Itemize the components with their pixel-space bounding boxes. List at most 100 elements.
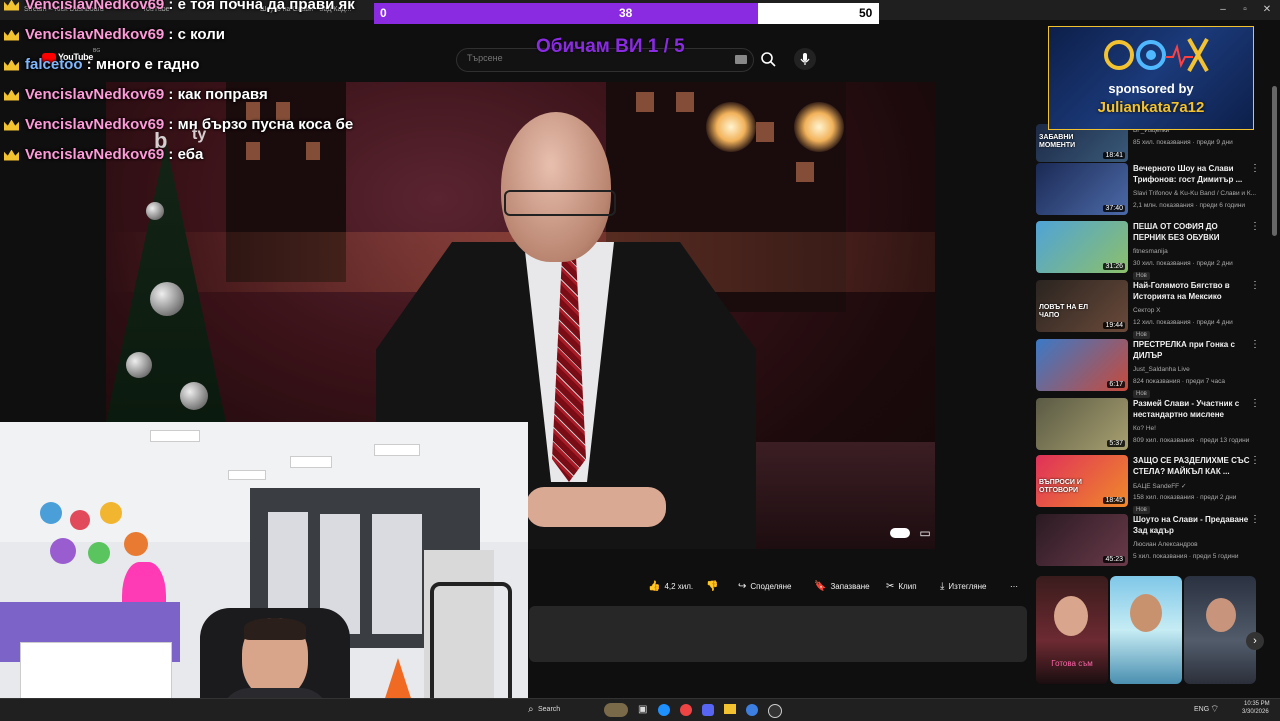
- edge-browser-icon[interactable]: [658, 704, 670, 716]
- vote-bar-fill: [374, 3, 758, 24]
- chat-text: мн бързо пусна коса бе: [177, 116, 354, 133]
- chrome-icon[interactable]: [680, 704, 692, 716]
- ornament: [146, 202, 164, 220]
- recommendation-thumbnail[interactable]: 5:37: [1036, 398, 1128, 450]
- app-icon[interactable]: [746, 704, 758, 716]
- voice-search-button[interactable]: [794, 48, 816, 70]
- recommendation-thumbnail[interactable]: 45:23: [1036, 514, 1128, 566]
- autoplay-toggle[interactable]: [890, 528, 910, 538]
- discord-icon[interactable]: [702, 704, 714, 716]
- search-icon: [761, 52, 776, 67]
- shorts-next-button[interactable]: ›: [1246, 632, 1264, 650]
- recommendation-channel[interactable]: Сектор X: [1133, 307, 1161, 314]
- recommendation-thumbnail[interactable]: 31:26: [1036, 221, 1128, 273]
- task-view-icon[interactable]: ▣: [638, 703, 647, 717]
- recommendation-title[interactable]: ПЕША ОТ СОФИЯ ДО ПЕРНИК БЕЗ ОБУВКИ: [1133, 221, 1251, 243]
- more-vert-icon[interactable]: ⋮: [1250, 514, 1260, 525]
- page-scrollbar[interactable]: [1272, 86, 1277, 236]
- short-face: [1054, 596, 1088, 636]
- recommendation-title[interactable]: Вечерното Шоу на Слави Трифонов: гост Ди…: [1133, 163, 1251, 185]
- recommendation-channel[interactable]: Люсиан Александров: [1133, 541, 1198, 548]
- maximize-button[interactable]: ▫: [1234, 0, 1256, 20]
- recommendation-thumbnail[interactable]: 37:40: [1036, 163, 1128, 215]
- ornament: [126, 352, 152, 378]
- more-vert-icon[interactable]: ⋮: [1250, 455, 1260, 466]
- more-vert-icon[interactable]: ⋮: [1250, 221, 1260, 232]
- more-actions-button[interactable]: ⋯: [1010, 578, 1018, 596]
- recommendation-thumbnail[interactable]: ЛОВЪТ НА ЕЛ ЧАПО 19:44: [1036, 280, 1128, 332]
- recommendation-title[interactable]: Шоуто на Слави - Предаване Зад кадър: [1133, 514, 1251, 536]
- recommendation-thumbnail[interactable]: 6:17: [1036, 339, 1128, 391]
- search-button[interactable]: [756, 48, 780, 70]
- recommendation-thumbnail[interactable]: ВЪПРОСИ И ОТГОВОРИ 18:45: [1036, 455, 1128, 507]
- more-vert-icon[interactable]: ⋮: [1250, 163, 1260, 174]
- chat-username[interactable]: VencislavNedkov69: [25, 26, 164, 43]
- ornament: [150, 282, 184, 316]
- sponsor-banner: sponsored by Juliankata7a12: [1048, 26, 1254, 130]
- subtitles-icon[interactable]: ▭: [916, 525, 934, 541]
- chat-username[interactable]: VencislavNedkov69: [25, 146, 164, 163]
- video-duration: 45:23: [1103, 556, 1125, 563]
- recommendation-item[interactable]: 37:40 Вечерното Шоу на Слави Трифонов: го…: [1036, 163, 1264, 219]
- recommendation-item[interactable]: ЛОВЪТ НА ЕЛ ЧАПО 19:44 Най-Голямото Бягств…: [1036, 280, 1264, 339]
- widgets-icon[interactable]: [604, 703, 628, 717]
- recommendation-title[interactable]: Размей Слави - Участник с нестандартно м…: [1133, 398, 1251, 420]
- chat-text: много е гадно: [95, 56, 200, 73]
- chat-username[interactable]: VencislavNedkov69: [25, 86, 164, 103]
- thumbs-down-icon: 👎: [706, 581, 719, 592]
- thumbs-up-icon: 👍: [648, 581, 661, 592]
- short-face: [1130, 594, 1162, 632]
- recommendation-channel[interactable]: fitnesmanija: [1133, 248, 1168, 255]
- wifi-icon[interactable]: ⌔: [1210, 703, 1219, 717]
- thumbnail-text: ВЪПРОСИ И ОТГОВОРИ: [1039, 479, 1082, 494]
- taskbar-search[interactable]: Search: [538, 703, 560, 717]
- obs-icon[interactable]: [768, 704, 782, 718]
- short-thumbnail[interactable]: [1110, 576, 1182, 684]
- chat-message: VencislavNedkov69 : с коли: [4, 24, 225, 46]
- clip-button[interactable]: ✂ Клип: [886, 578, 917, 596]
- chat-username[interactable]: falcetoo: [25, 56, 83, 73]
- close-window-button[interactable]: ✕: [1256, 0, 1278, 20]
- street-lamp: [706, 102, 756, 152]
- recommendation-channel[interactable]: Ко? Не!: [1133, 425, 1156, 432]
- recommendation-item[interactable]: ВЪПРОСИ И ОТГОВОРИ 18:45 ЗАЩО СЕ РАЗДЕЛИХМ…: [1036, 455, 1264, 514]
- recommendation-stats: 12 хил. показвания · преди 4 дни: [1133, 319, 1233, 326]
- video-duration: 18:41: [1103, 152, 1125, 159]
- share-button[interactable]: ↪ Споделяне: [738, 578, 792, 596]
- short-thumbnail[interactable]: Готова съм: [1036, 576, 1108, 684]
- like-button[interactable]: 👍 4,2 хил.: [648, 578, 693, 596]
- recommendation-stats: 809 хил. показвания · преди 13 години: [1133, 437, 1250, 444]
- description-box[interactable]: [529, 606, 1027, 662]
- save-button[interactable]: 🔖 Запазване: [814, 578, 870, 596]
- short-thumbnail[interactable]: [1184, 576, 1256, 684]
- recommendation-channel[interactable]: Just_Saldanha Live: [1133, 366, 1190, 373]
- recommendation-item[interactable]: 31:26 ПЕША ОТ СОФИЯ ДО ПЕРНИК БЕЗ ОБУВКИ f…: [1036, 221, 1264, 280]
- recommendation-item[interactable]: 45:23 Шоуто на Слави - Предаване Зад кадъ…: [1036, 514, 1264, 570]
- recommendation-channel[interactable]: Slavi Trifonov & Ku-Ku Band / Слави и К.…: [1133, 190, 1256, 197]
- clock-date[interactable]: 3/30/2026: [1242, 709, 1269, 715]
- chat-username[interactable]: VencislavNedkov69: [25, 116, 164, 133]
- recommendation-channel[interactable]: БАЦЕ SandeFF ✓: [1133, 482, 1186, 490]
- chat-username[interactable]: VencislavNedkov69: [25, 0, 164, 13]
- recommendation-item[interactable]: 6:17 ПРЕСТРЕЛКА при Гонка с ДИЛЪР Just_Sal…: [1036, 339, 1264, 398]
- more-vert-icon[interactable]: ⋮: [1250, 339, 1260, 350]
- keyboard-icon[interactable]: [735, 55, 747, 64]
- clock-time[interactable]: 10:35 PM: [1244, 701, 1270, 707]
- taskbar-search-icon[interactable]: ⌕: [528, 703, 534, 717]
- minimize-button[interactable]: –: [1212, 0, 1234, 20]
- recommendation-item[interactable]: 5:37 Размей Слави - Участник с нестандарт…: [1036, 398, 1264, 454]
- download-button[interactable]: ⤓ Изтегляне: [940, 578, 986, 596]
- recommendation-title[interactable]: Най-Голямото Бягство в Историята на Мекс…: [1133, 280, 1251, 302]
- more-vert-icon[interactable]: ⋮: [1250, 280, 1260, 291]
- crown-badge-icon: [4, 149, 19, 161]
- recommendation-title[interactable]: ПРЕСТРЕЛКА при Гонка с ДИЛЪР: [1133, 339, 1251, 361]
- language-indicator[interactable]: ENG: [1194, 703, 1209, 717]
- more-vert-icon[interactable]: ⋮: [1250, 398, 1260, 409]
- vote-title: Обичам ВИ 1 / 5: [536, 36, 685, 57]
- window-light: [306, 142, 320, 160]
- chat-text: е тоя почна да прави як: [177, 0, 355, 13]
- recommendation-title[interactable]: ЗАЩО СЕ РАЗДЕЛИХМЕ СЪС СТЕЛА? МАЙКЪЛ КАК…: [1133, 455, 1251, 477]
- dislike-button[interactable]: 👎: [706, 578, 722, 596]
- file-explorer-icon[interactable]: [724, 704, 736, 714]
- chat-message: VencislavNedkov69 : мн бързо пусна коса …: [4, 114, 353, 136]
